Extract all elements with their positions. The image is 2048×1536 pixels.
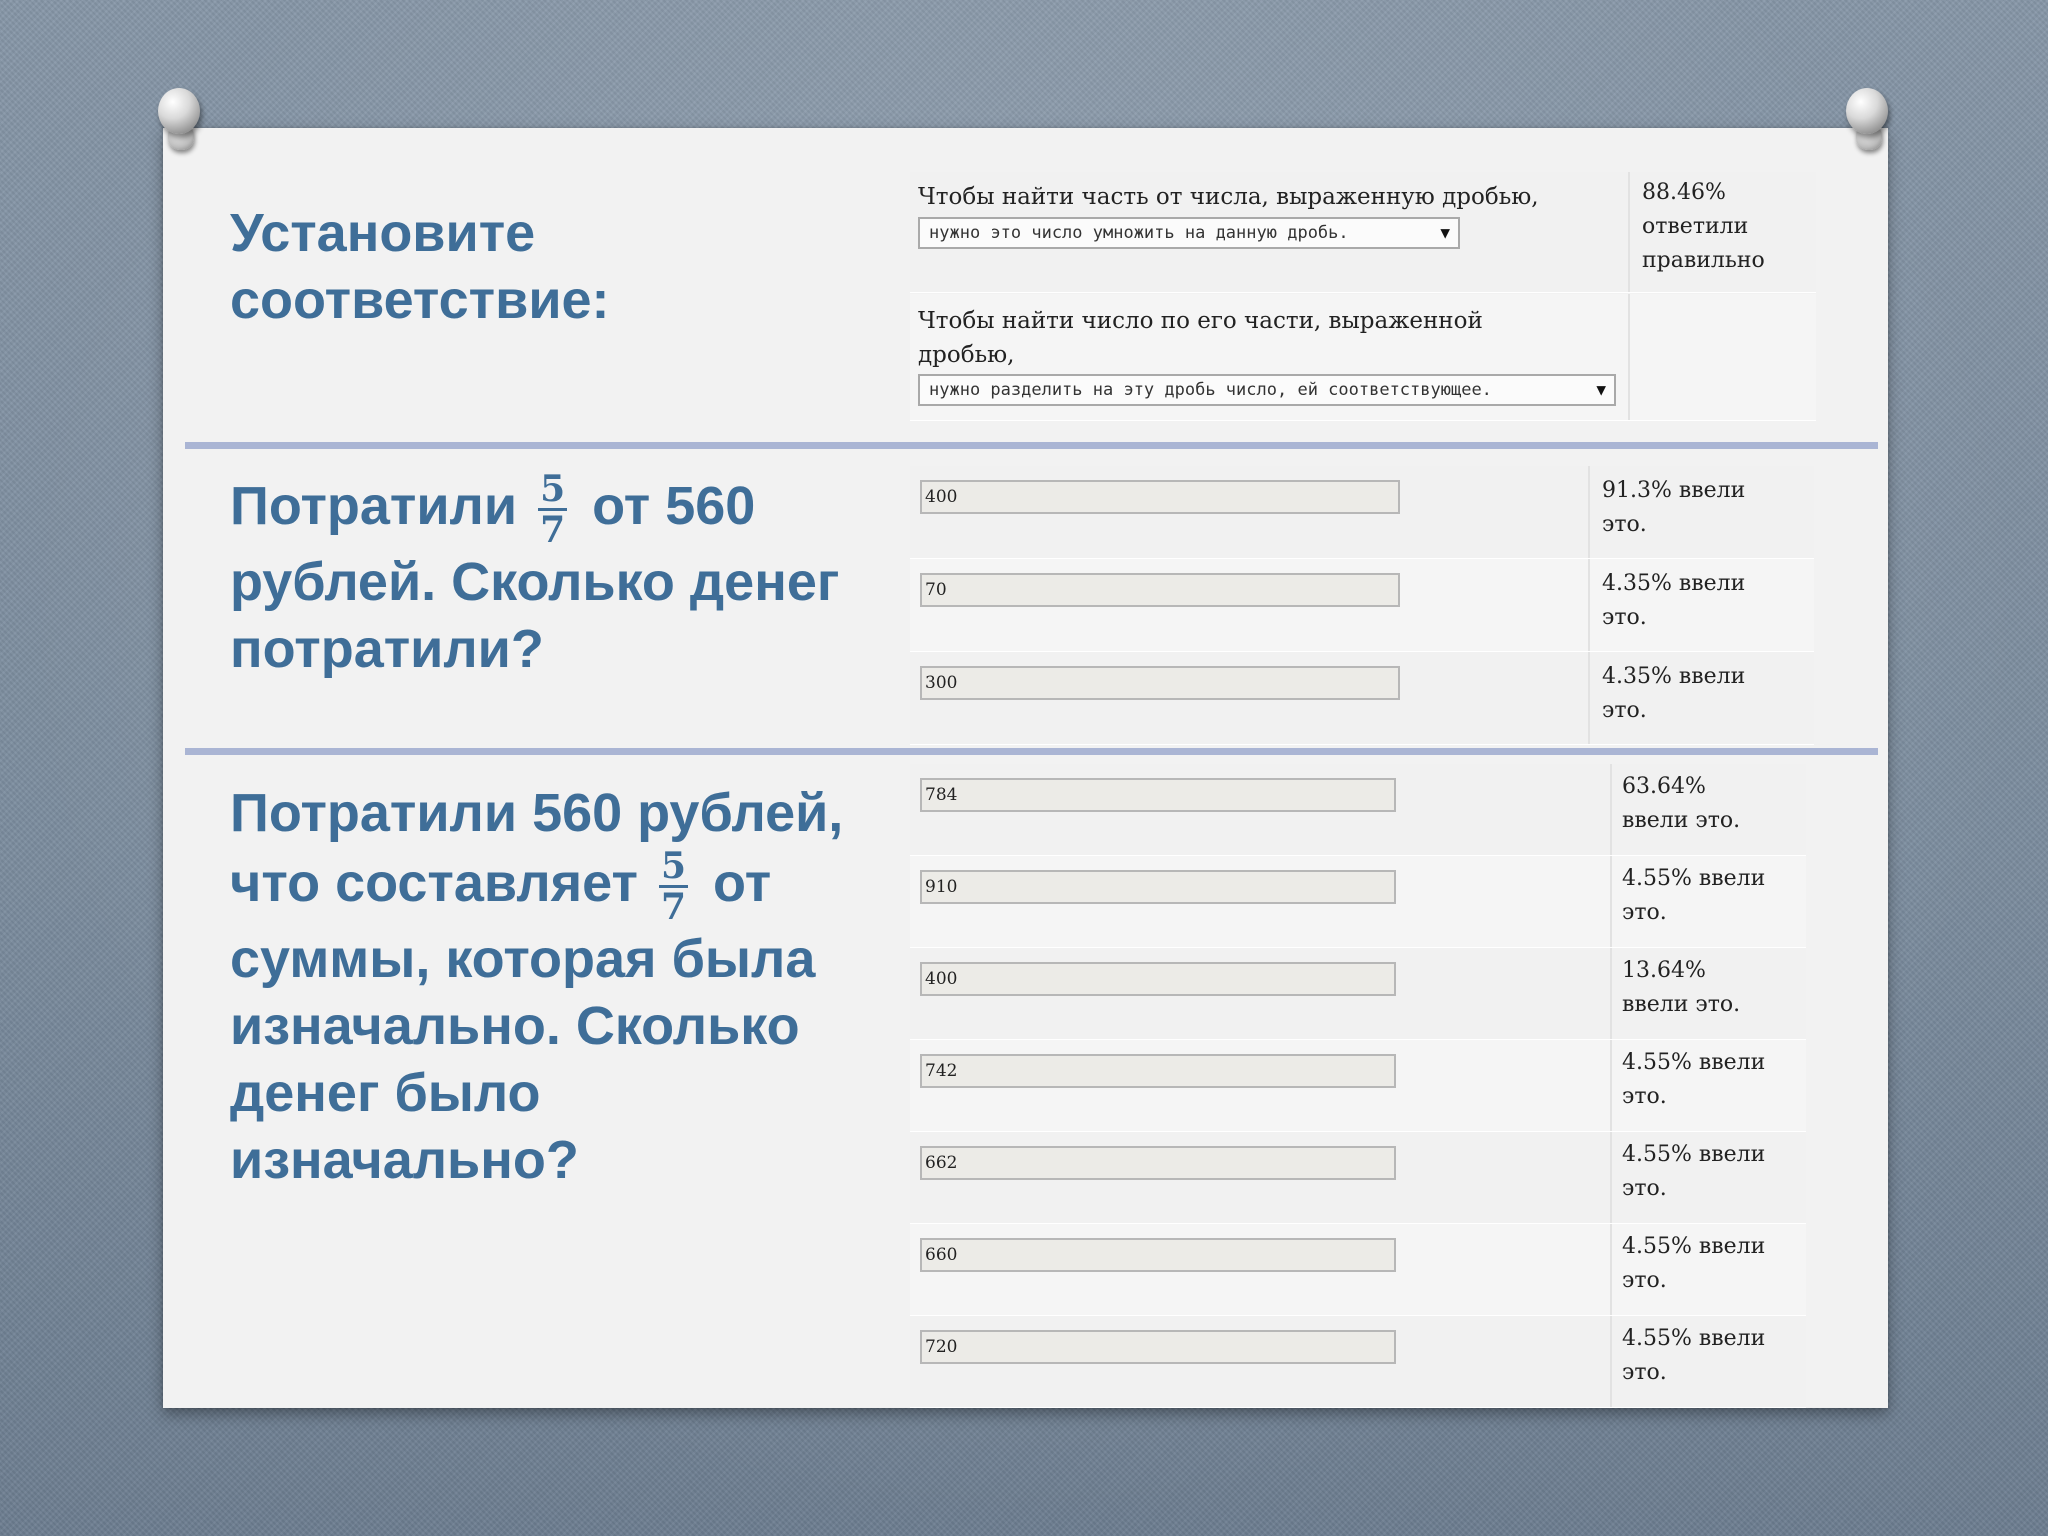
answer-stat: 4.55% ввели это.: [1622, 1326, 1766, 1385]
fraction-numerator: 5: [658, 845, 689, 888]
answer-row: 300 4.35% ввели это.: [910, 652, 1814, 745]
pushpin-right-icon: [1838, 84, 1894, 150]
answer-select[interactable]: нужно разделить на эту дробь число, ей с…: [918, 374, 1616, 406]
answer-stat: 4.55% ввели это.: [1622, 866, 1766, 925]
section1-title-line2: соответствие:: [230, 270, 610, 330]
section3-line5: денег было: [230, 1063, 541, 1123]
section3-line1: Потратили 560 рублей,: [230, 783, 844, 843]
answer-field[interactable]: 70: [920, 573, 1400, 607]
matching-row: Чтобы найти часть от числа, выраженную д…: [910, 172, 1816, 293]
answer-row: 720 4.55% ввели это.: [910, 1316, 1806, 1408]
section2-line1: Потратили 5 7 от 560: [230, 470, 839, 549]
answer-row: 400 13.64% ввели это.: [910, 948, 1806, 1040]
answer-select[interactable]: нужно это число умножить на данную дробь…: [918, 217, 1460, 249]
fraction-denominator: 7: [540, 509, 566, 551]
section2-line3: потратили?: [230, 619, 544, 679]
answer-field[interactable]: 720: [920, 1330, 1396, 1364]
answer-stat: 63.64% ввели это.: [1622, 774, 1741, 833]
fraction: 5 7: [538, 468, 568, 551]
section-divider: [185, 748, 1878, 755]
chevron-down-icon[interactable]: ▼: [1596, 376, 1606, 404]
chevron-down-icon[interactable]: ▼: [1440, 219, 1450, 247]
answer-field[interactable]: 742: [920, 1054, 1396, 1088]
section3-question: Потратили 560 рублей, что составляет 5 7…: [230, 780, 843, 1194]
fraction: 5 7: [658, 845, 689, 928]
answer-row: 910 4.55% ввели это.: [910, 856, 1806, 948]
answer-field[interactable]: 784: [920, 778, 1396, 812]
section2-question: Потратили 5 7 от 560 рублей. Сколько ден…: [230, 470, 839, 683]
section-divider: [185, 442, 1878, 449]
section3-line2: что составляет 5 7 от: [230, 847, 843, 926]
answer-row: 784 63.64% ввели это.: [910, 764, 1806, 856]
answer-field[interactable]: 300: [920, 666, 1400, 700]
answer-stat: 4.35% ввели это.: [1602, 664, 1746, 723]
answer-row: 742 4.55% ввели это.: [910, 1040, 1806, 1132]
section3-line3: суммы, которая была: [230, 929, 816, 989]
answer-row: 400 91.3% ввели это.: [910, 466, 1814, 559]
fraction-numerator: 5: [538, 468, 568, 511]
matching-prompt: Чтобы найти часть от числа, выраженную д…: [918, 184, 1539, 210]
answer-field[interactable]: 910: [920, 870, 1396, 904]
answer-field[interactable]: 400: [920, 962, 1396, 996]
section3-line6: изначально?: [230, 1130, 579, 1190]
answer-select-value: нужно разделить на эту дробь число, ей с…: [929, 380, 1492, 400]
answer-field[interactable]: 662: [920, 1146, 1396, 1180]
section1-title: Установите соответствие:: [230, 200, 610, 334]
matching-prompt-cont: дробью,: [918, 342, 1015, 368]
fraction-denominator: 7: [660, 886, 687, 928]
answer-row: 660 4.55% ввели это.: [910, 1224, 1806, 1316]
answer-stat: 4.55% ввели это.: [1622, 1234, 1766, 1293]
answer-stat: 4.35% ввели это.: [1602, 571, 1746, 630]
section2-text-after: от 560: [592, 475, 756, 536]
answer-stat: 91.3% ввели это.: [1602, 478, 1746, 537]
answer-select-value: нужно это число умножить на данную дробь…: [929, 223, 1349, 243]
answer-row: 662 4.55% ввели это.: [910, 1132, 1806, 1224]
answer-stat: 4.55% ввели это.: [1622, 1050, 1766, 1109]
section2-text-before: Потратили: [230, 475, 518, 536]
matching-prompt: Чтобы найти число по его части, выраженн…: [918, 308, 1483, 334]
matching-row: Чтобы найти число по его части, выраженн…: [910, 294, 1816, 421]
pushpin-left-icon: [150, 84, 206, 150]
result-stat: 88.46% ответили правильно: [1642, 180, 1765, 273]
section3-line4: изначально. Сколько: [230, 996, 800, 1056]
answer-stat: 13.64% ввели это.: [1622, 958, 1741, 1017]
answer-row: 70 4.35% ввели это.: [910, 559, 1814, 652]
answer-field[interactable]: 400: [920, 480, 1400, 514]
answer-stat: 4.55% ввели это.: [1622, 1142, 1766, 1201]
section3-text-before: что составляет: [230, 852, 638, 913]
answer-field[interactable]: 660: [920, 1238, 1396, 1272]
section2-line2: рублей. Сколько денег: [230, 552, 840, 612]
section1-title-line1: Установите: [230, 203, 536, 263]
section3-text-after: от: [713, 852, 772, 913]
